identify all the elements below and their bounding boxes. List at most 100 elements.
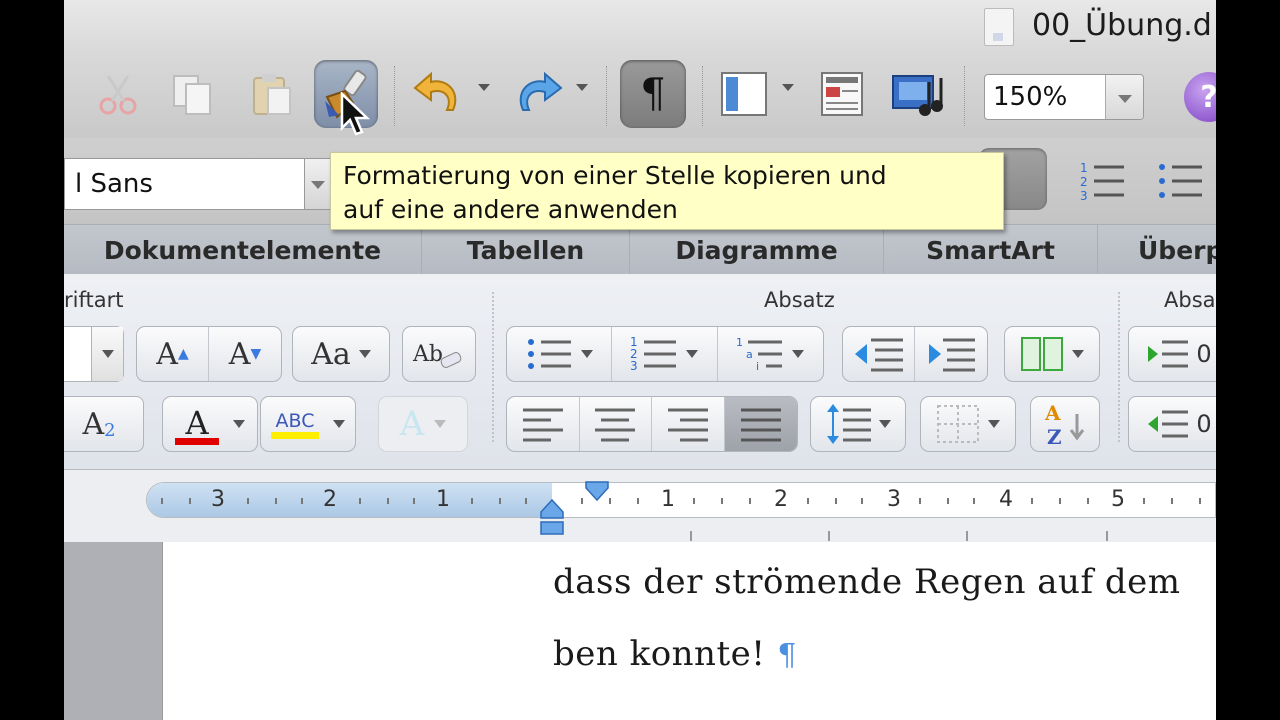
indent-icon	[929, 338, 975, 372]
sidebar-icon	[721, 72, 767, 116]
sort-letter-z: Z	[1047, 425, 1062, 448]
group-label-paragraph: Absatz	[764, 288, 835, 312]
text-effects-button[interactable]: A	[378, 396, 468, 452]
columns-button[interactable]	[1004, 326, 1100, 382]
paste-button[interactable]	[244, 62, 298, 126]
svg-text:3: 3	[1080, 189, 1088, 202]
show-paragraph-marks-button[interactable]: ¶	[620, 60, 686, 128]
ruler-tick	[721, 498, 723, 504]
space-after-icon	[1148, 410, 1189, 438]
help-button[interactable]: ?	[1184, 72, 1216, 122]
format-painter-tooltip: Formatierung von einer Stelle kopieren u…	[330, 152, 1004, 230]
ruler-tick	[359, 498, 361, 504]
title-bar: 00_Übung.d	[64, 0, 1216, 52]
sidebar-view-button[interactable]	[714, 62, 774, 126]
subscript-button[interactable]: A2	[64, 396, 144, 452]
toolbox-button[interactable]	[812, 62, 872, 126]
columns-icon	[1021, 337, 1063, 371]
highlight-button[interactable]: ABC	[260, 396, 356, 452]
undo-button[interactable]	[408, 62, 468, 126]
zoom-select[interactable]: 150%	[984, 74, 1144, 120]
bullets-button[interactable]	[507, 327, 613, 381]
grow-font-button[interactable]: A ▲	[137, 327, 209, 381]
indent-buttons-group	[842, 326, 988, 382]
ruler-tick	[1031, 498, 1033, 504]
clipboard-icon	[253, 74, 291, 115]
shrink-font-button[interactable]: A ▼	[209, 327, 281, 381]
media-browser-icon	[892, 75, 943, 116]
increase-indent-button[interactable]	[915, 327, 987, 381]
ruler-label: 1	[661, 487, 675, 512]
toolbar-separator	[702, 66, 704, 126]
media-browser-button[interactable]	[886, 62, 950, 126]
ruler-tick	[1199, 498, 1201, 504]
ruler-tick	[1087, 498, 1089, 504]
change-case-button[interactable]: Aa	[292, 326, 390, 382]
default-tab-stop	[690, 531, 692, 541]
copy-button[interactable]	[166, 62, 220, 126]
ruler-tick	[247, 498, 249, 504]
ruler-tick	[161, 498, 163, 504]
ruler-tick	[301, 498, 303, 504]
borders-button[interactable]	[920, 396, 1016, 452]
sort-letter-a: A	[1044, 401, 1061, 425]
document-line-1: dass der strömende Regen auf dem	[553, 562, 1181, 602]
font-name-field[interactable]: l Sans	[64, 158, 332, 210]
align-center-icon	[595, 408, 636, 442]
space-after-field[interactable]: 0	[1128, 396, 1216, 452]
tooltip-line-1: Formatierung von einer Stelle kopieren u…	[343, 161, 887, 190]
line-spacing-icon	[827, 404, 871, 444]
document-title: 00_Übung.d	[1032, 8, 1212, 43]
ribbon-panel: riftart Absatz Absa A ▲ A ▼ Aa Ab A2 A A…	[64, 274, 1216, 470]
redo-dropdown-arrow[interactable]	[576, 84, 588, 91]
redo-button[interactable]	[508, 62, 568, 126]
sidebar-dropdown-arrow[interactable]	[782, 84, 794, 91]
first-line-indent-marker[interactable]	[584, 480, 610, 502]
group-separator	[492, 292, 494, 442]
font-size-field[interactable]	[64, 326, 124, 382]
hanging-indent-marker[interactable]	[539, 498, 565, 538]
font-size-group: A ▲ A ▼	[136, 326, 282, 382]
multilevel-list-button[interactable]: 1ai	[718, 327, 823, 381]
tab-smartart[interactable]: SmartArt	[884, 225, 1098, 275]
toolbar-separator	[394, 66, 396, 126]
align-left-button[interactable]	[507, 397, 580, 451]
font-size-dropdown-arrow[interactable]	[91, 327, 123, 381]
clear-formatting-button[interactable]: Ab	[402, 326, 476, 382]
word-window: 00_Übung.d ¶ 150% ? l Sans 1 2 3 Formati…	[64, 0, 1216, 720]
font-dropdown-arrow[interactable]	[304, 158, 332, 210]
tab-ueberpruefen[interactable]: Überp	[1098, 225, 1216, 275]
tab-diagramme[interactable]: Diagramme	[630, 225, 884, 275]
cut-button[interactable]	[92, 62, 144, 126]
ruler-label: 4	[999, 487, 1013, 512]
decrease-indent-button[interactable]	[843, 327, 915, 381]
justify-icon	[740, 408, 781, 442]
sort-button[interactable]: AZ	[1030, 396, 1100, 452]
tab-dokumentelemente[interactable]: Dokumentelemente	[64, 225, 422, 275]
justify-button[interactable]	[724, 397, 797, 451]
font-color-button[interactable]: A	[162, 396, 258, 452]
undo-dropdown-arrow[interactable]	[478, 84, 490, 91]
align-right-button[interactable]	[652, 397, 725, 451]
zoom-dropdown-arrow[interactable]	[1105, 75, 1143, 119]
numbering-button[interactable]: 123	[612, 327, 718, 381]
tab-tabellen[interactable]: Tabellen	[422, 225, 630, 275]
line-spacing-button[interactable]	[810, 396, 906, 452]
ruler-tick	[973, 498, 975, 504]
redo-arrow-icon	[519, 71, 563, 111]
svg-text:1: 1	[1080, 161, 1088, 175]
tooltip-line-2: auf eine andere anwenden	[343, 195, 678, 224]
horizontal-ruler[interactable]: 3 2 1 1 2 3 4 5	[146, 482, 1216, 518]
alignment-buttons-group	[506, 396, 798, 452]
document-page[interactable]: dass der strömende Regen auf dem ben kon…	[162, 542, 1216, 720]
space-before-field[interactable]: 0	[1128, 326, 1216, 382]
svg-text:3: 3	[630, 359, 638, 373]
multilevel-list-icon: 1ai	[736, 336, 783, 373]
align-center-button[interactable]	[580, 397, 652, 451]
ruler-tick	[835, 498, 837, 504]
default-tab-stop	[828, 531, 830, 541]
svg-text:1: 1	[736, 336, 743, 349]
sort-az-icon: AZ	[1044, 401, 1085, 448]
scissors-icon	[99, 75, 137, 115]
ruler-margin-area	[147, 483, 552, 517]
